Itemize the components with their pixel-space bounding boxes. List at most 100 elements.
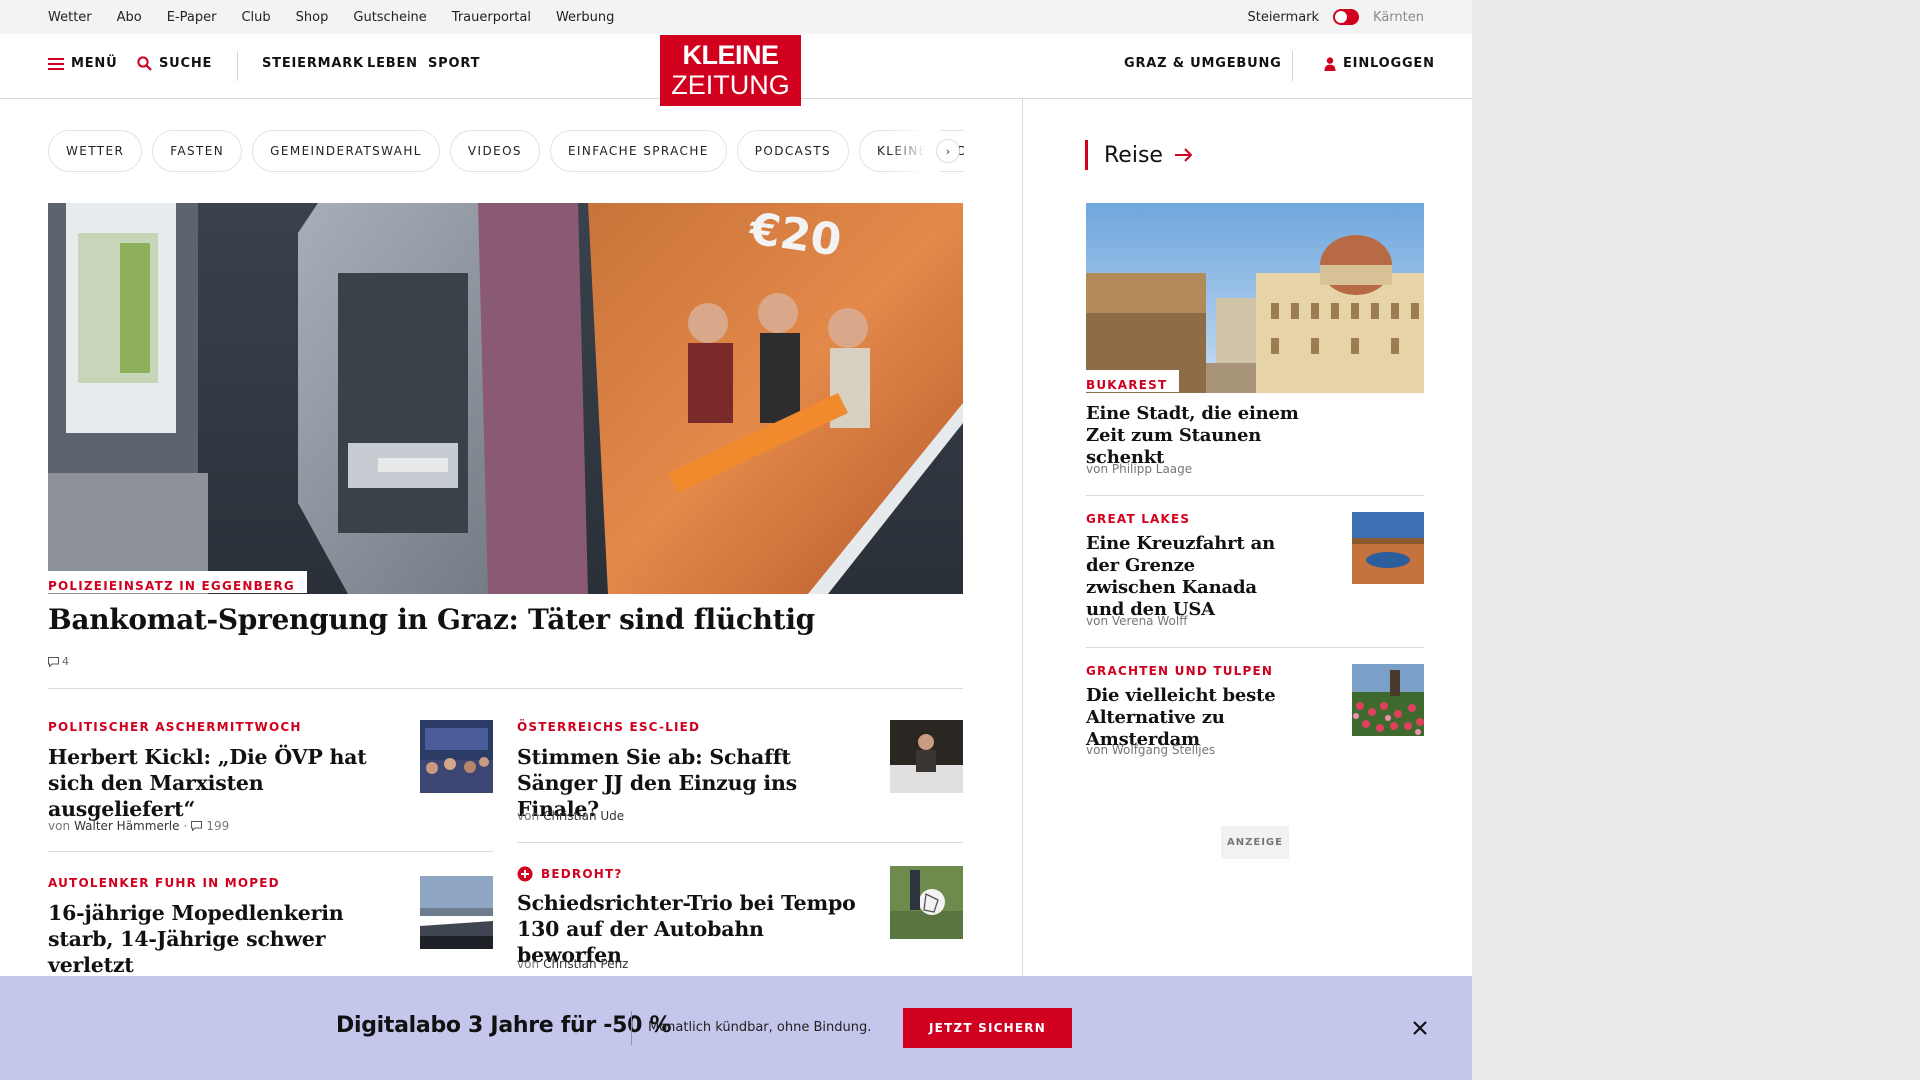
- utility-link-trauerportal[interactable]: Trauerportal: [452, 10, 531, 25]
- topic-chips: WETTER FASTEN GEMEINDERATSWAHL VIDEOS EI…: [48, 130, 964, 172]
- article-2-byline: von Christian Ude: [517, 809, 624, 823]
- chevron-right-icon: ›: [945, 144, 951, 158]
- banner-close-button[interactable]: [1408, 1016, 1432, 1040]
- article-2-author[interactable]: Christian Ude: [543, 809, 624, 823]
- chip-gemeinderatswahl[interactable]: GEMEINDERATSWAHL: [252, 130, 440, 172]
- nav-sport[interactable]: SPORT: [428, 56, 480, 71]
- utility-link-wetter[interactable]: Wetter: [48, 10, 92, 25]
- article-1-comment-count[interactable]: 199: [206, 819, 229, 833]
- article-1-divider: [48, 851, 493, 852]
- chip-wetter[interactable]: WETTER: [48, 130, 143, 172]
- chip-fade: [890, 130, 940, 172]
- header-divider-right: [1292, 51, 1293, 81]
- reise-1-title[interactable]: Eine Stadt, die einem Zeit zum Staunen s…: [1086, 403, 1326, 469]
- article-1-title[interactable]: Herbert Kickl: „Die ÖVP hat sich den Mar…: [48, 744, 388, 822]
- article-4-byline: von Christian Penz: [517, 957, 628, 971]
- great-lakes-photo: [1352, 512, 1424, 584]
- utility-link-club[interactable]: Club: [241, 10, 270, 25]
- region-steiermark[interactable]: Steiermark: [1247, 10, 1319, 25]
- tulips-photo: [1352, 664, 1424, 736]
- chip-scroll-right-button[interactable]: ›: [936, 139, 960, 163]
- hero-comments[interactable]: 4: [48, 655, 69, 668]
- reise-1-byline: von Philipp Laage: [1086, 462, 1193, 476]
- hero-divider: [48, 688, 963, 689]
- plus-badge-icon: [517, 866, 533, 882]
- bucharest-photo: [1086, 203, 1424, 393]
- nav-leben-label: LEBEN: [367, 56, 418, 71]
- search-button[interactable]: SUCHE: [137, 56, 212, 71]
- section-reise-title: Reise: [1104, 142, 1163, 168]
- jetzt-sichern-button[interactable]: JETZT SICHERN: [903, 1008, 1072, 1048]
- crowd-photo: [420, 720, 493, 793]
- article-1-byline: von Walter Hämmerle · 199: [48, 819, 229, 833]
- region-link-label: GRAZ & UMGEBUNG: [1124, 56, 1282, 71]
- chip-einfache-sprache[interactable]: EINFACHE SPRACHE: [549, 130, 727, 172]
- article-1-kicker: POLITISCHER ASCHERMITTWOCH: [48, 720, 302, 734]
- utility-link-abo[interactable]: Abo: [117, 10, 142, 25]
- hero-photo: €20: [48, 203, 963, 594]
- article-3-thumbnail[interactable]: [420, 876, 493, 949]
- reise-1-image[interactable]: [1086, 203, 1424, 393]
- section-reise-link[interactable]: Reise: [1085, 140, 1193, 170]
- region-link-graz[interactable]: GRAZ & UMGEBUNG: [1124, 56, 1282, 71]
- utility-link-epaper[interactable]: E-Paper: [167, 10, 217, 25]
- nav-steiermark[interactable]: STEIERMARK: [262, 56, 364, 71]
- article-4-kicker: BEDROHT?: [541, 867, 623, 881]
- reise-divider-1: [1086, 495, 1424, 496]
- hamburger-icon: [48, 57, 64, 70]
- utility-links: Wetter Abo E-Paper Club Shop Gutscheine …: [48, 10, 614, 25]
- hero-comment-count: 4: [62, 655, 69, 668]
- hero-image[interactable]: €20: [48, 203, 963, 594]
- article-3-title[interactable]: 16-jährige Mopedlenkerin starb, 14-Jähri…: [48, 900, 388, 978]
- article-1-thumbnail[interactable]: [420, 720, 493, 793]
- reise-2-thumbnail[interactable]: [1352, 512, 1424, 584]
- nav-leben[interactable]: LEBEN: [367, 56, 418, 71]
- reise-divider-2: [1086, 647, 1424, 648]
- comment-icon: [191, 821, 203, 831]
- article-4-author[interactable]: Christian Penz: [543, 957, 628, 971]
- reise-3-thumbnail[interactable]: [1352, 664, 1424, 736]
- page-gutter: [1472, 0, 1920, 1080]
- reise-2-kicker: GREAT LAKES: [1086, 512, 1191, 526]
- utility-link-shop[interactable]: Shop: [296, 10, 329, 25]
- reise-2-title[interactable]: Eine Kreuzfahrt an der Grenze zwischen K…: [1086, 533, 1286, 621]
- article-1-by: von: [48, 819, 71, 833]
- region-toggle[interactable]: [1333, 9, 1360, 25]
- chip-fasten[interactable]: FASTEN: [152, 130, 243, 172]
- article-2-kicker: ÖSTERREICHS ESC-LIED: [517, 720, 701, 734]
- reise-1-kicker: BUKAREST: [1086, 370, 1180, 392]
- singer-photo: [890, 720, 963, 793]
- chip-videos[interactable]: VIDEOS: [449, 130, 540, 172]
- search-label: SUCHE: [159, 56, 213, 71]
- reise-3-title[interactable]: Die vielleicht beste Alternative zu Amst…: [1086, 685, 1326, 751]
- header-divider: [237, 51, 238, 81]
- reise-3-byline: von Wolfgang Stelljes: [1086, 743, 1216, 757]
- road-photo: [420, 876, 493, 949]
- article-2-thumbnail[interactable]: [890, 720, 963, 793]
- region-kaernten[interactable]: Kärnten: [1373, 10, 1424, 25]
- utility-bar: Wetter Abo E-Paper Club Shop Gutscheine …: [0, 0, 1472, 34]
- chip-podcasts[interactable]: PODCASTS: [736, 130, 850, 172]
- reise-2-byline: von Verena Wolff: [1086, 614, 1188, 628]
- hero-title[interactable]: Bankomat-Sprengung in Graz: Täter sind f…: [48, 603, 815, 636]
- close-icon: [1413, 1021, 1427, 1035]
- main-header: MENÜ SUCHE STEIERMARK LEBEN SPORT KLEINE…: [0, 34, 1472, 106]
- menu-button[interactable]: MENÜ: [48, 56, 117, 71]
- article-3-kicker: AUTOLENKER FUHR IN MOPED: [48, 876, 280, 890]
- banner-subtext: Monatlich kündbar, ohne Bindung.: [648, 1020, 872, 1035]
- football-photo: [890, 866, 963, 939]
- kleine-zeitung-logo[interactable]: KLEINE ZEITUNG: [660, 35, 801, 106]
- reise-3-kicker: GRACHTEN UND TULPEN: [1086, 664, 1274, 678]
- menu-label: MENÜ: [71, 56, 118, 71]
- login-button[interactable]: EINLOGGEN: [1324, 56, 1435, 71]
- page: Wetter Abo E-Paper Club Shop Gutscheine …: [0, 0, 1472, 1080]
- nav-sport-label: SPORT: [428, 56, 481, 71]
- utility-link-gutscheine[interactable]: Gutscheine: [353, 10, 426, 25]
- article-1-author[interactable]: Walter Hämmerle: [74, 819, 179, 833]
- utility-link-werbung[interactable]: Werbung: [556, 10, 614, 25]
- article-4-thumbnail[interactable]: [890, 866, 963, 939]
- search-icon: [137, 56, 152, 71]
- separator-dot: ·: [183, 819, 188, 833]
- nav-steiermark-label: STEIERMARK: [262, 56, 364, 71]
- logo-line-2: ZEITUNG: [671, 70, 790, 100]
